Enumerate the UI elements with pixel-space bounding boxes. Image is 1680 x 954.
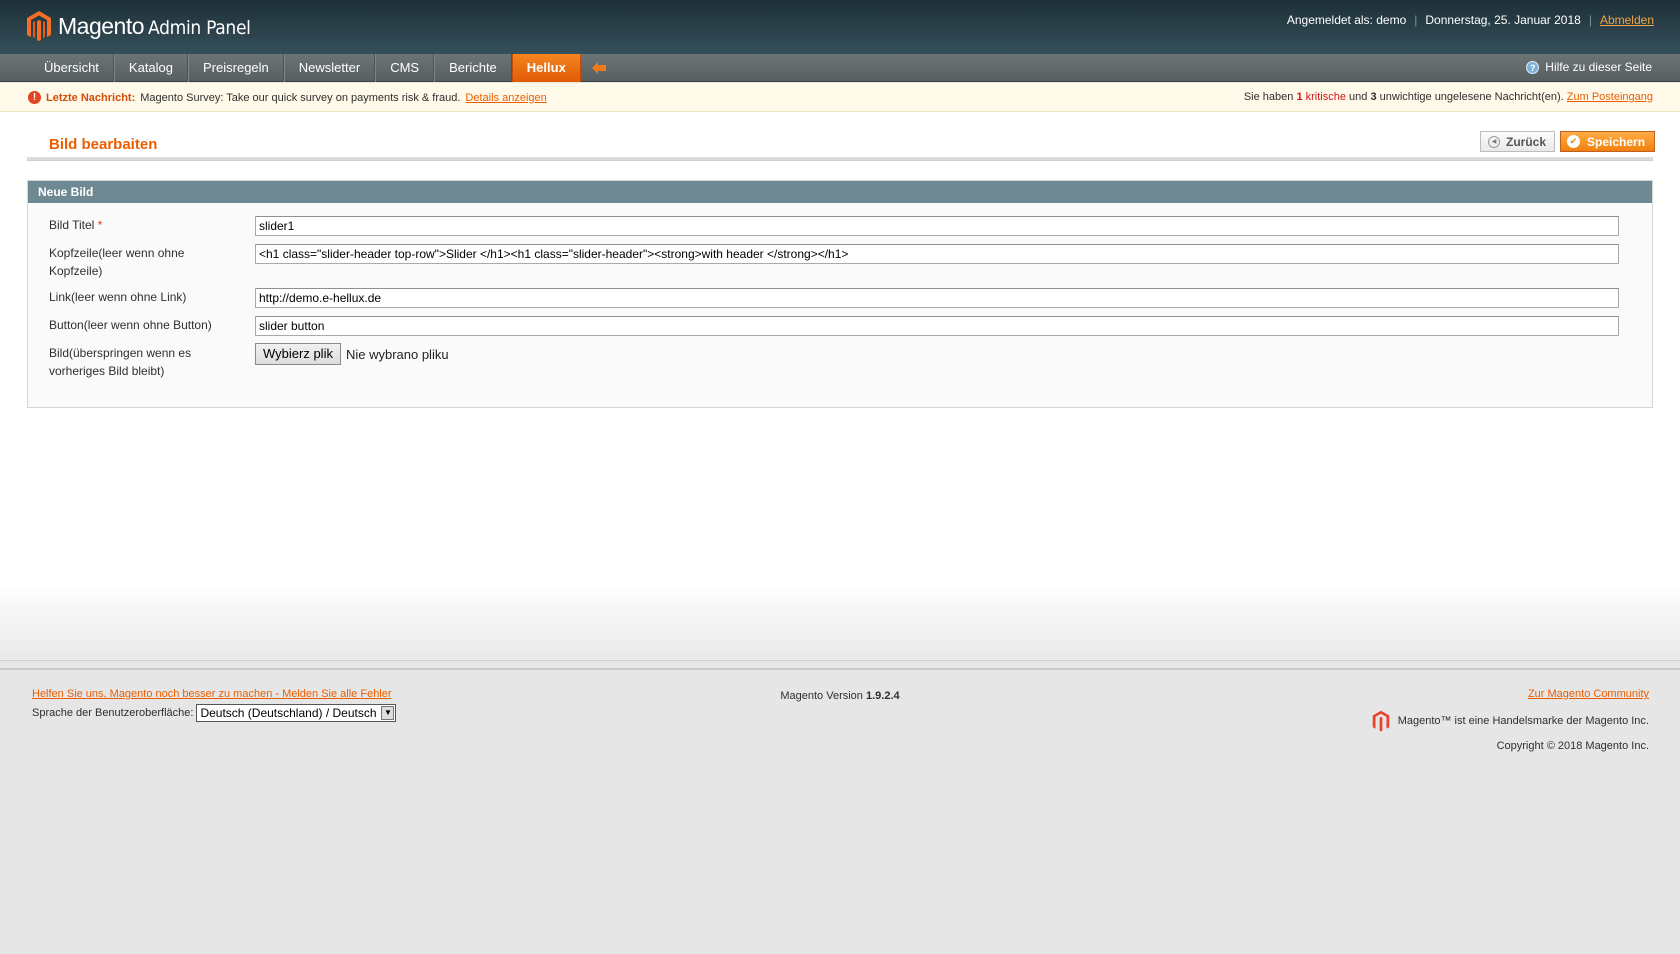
link-input[interactable]: http://demo.e-hellux.de xyxy=(255,288,1619,308)
current-date: Donnerstag, 25. Januar 2018 xyxy=(1425,13,1581,27)
nav-more-arrow-icon[interactable] xyxy=(589,54,609,82)
header-label: Kopfzeile(leer wenn ohne Kopfzeile) xyxy=(49,246,185,278)
header: Magento Admin Panel Angemeldet als: demo … xyxy=(0,0,1680,54)
back-button-label: Zurück xyxy=(1506,134,1547,149)
notification-bar: ! Letzte Nachricht: Magento Survey: Take… xyxy=(0,83,1680,112)
separator: | xyxy=(1588,13,1592,27)
nav-item-catalog[interactable]: Katalog xyxy=(113,54,189,82)
link-label: Link(leer wenn ohne Link) xyxy=(49,290,187,304)
back-button[interactable]: ◀ Zurück xyxy=(1480,131,1556,152)
language-select[interactable]: Deutsch (Deutschland) / Deutsch ▼ xyxy=(196,704,397,722)
header-user-info: Angemeldet als: demo | Donnerstag, 25. J… xyxy=(1287,13,1654,27)
image-file-input[interactable]: Wybierz plik Nie wybrano pliku xyxy=(255,343,449,365)
page-title: Bild bearbaiten xyxy=(49,136,158,153)
latest-message-label: Letzte Nachricht: xyxy=(46,91,136,104)
language-label: Sprache der Benutzeroberfläche: xyxy=(32,707,194,719)
community-link[interactable]: Zur Magento Community xyxy=(1528,688,1649,700)
nav-item-reports[interactable]: Berichte xyxy=(434,54,512,82)
language-selected-value: Deutsch (Deutschland) / Deutsch xyxy=(200,706,377,720)
image-form-fieldset: Neue Bild Bild Titel * slider1 Kopfzeile… xyxy=(27,180,1653,408)
form-row-header: Kopfzeile(leer wenn ohne Kopfzeile) <h1 … xyxy=(49,244,1639,280)
title-input[interactable]: slider1 xyxy=(255,216,1619,236)
help-link[interactable]: ? Hilfe zu dieser Seite xyxy=(1526,54,1652,81)
title-divider xyxy=(27,157,1653,161)
file-status: Nie wybrano pliku xyxy=(345,346,449,362)
footer-divider xyxy=(0,660,1680,670)
version-label: Magento Version xyxy=(780,690,863,702)
main-content: Bild bearbaiten ◀ Zurück ✔ Speichern Neu… xyxy=(0,112,1680,660)
logo-text: Magento Admin Panel xyxy=(58,12,251,39)
nav-item-cms[interactable]: CMS xyxy=(375,54,435,82)
nav-item-newsletter[interactable]: Newsletter xyxy=(283,54,376,82)
form-row-image: Bild(überspringen wenn es vorheriges Bil… xyxy=(49,343,1639,380)
save-button-label: Speichern xyxy=(1587,134,1646,149)
checkmark-icon: ✔ xyxy=(1567,135,1580,148)
help-label: Hilfe zu dieser Seite xyxy=(1545,60,1652,74)
button-input[interactable]: slider button xyxy=(255,316,1619,336)
separator: | xyxy=(1414,13,1418,27)
footer: Helfen Sie uns, Magento noch besser zu m… xyxy=(0,672,1680,954)
nav-item-hellux[interactable]: Hellux xyxy=(511,54,581,82)
magento-logo[interactable]: Magento Admin Panel xyxy=(26,10,251,42)
magento-logo-icon xyxy=(27,11,51,41)
footer-right: Zur Magento Community Magento™ ist eine … xyxy=(1372,688,1649,752)
unread-text: unwichtige ungelesene Nachricht(en). xyxy=(1379,91,1564,103)
help-icon: ? xyxy=(1526,61,1540,74)
version-number: 1.9.2.4 xyxy=(865,690,900,702)
fieldset-title: Neue Bild xyxy=(28,181,1652,203)
trademark-text: Magento™ ist eine Handelsmarke der Magen… xyxy=(1397,715,1649,727)
details-link[interactable]: Details anzeigen xyxy=(465,92,546,104)
nav-item-promotions[interactable]: Preisregeln xyxy=(188,54,284,82)
form-row-title: Bild Titel * slider1 xyxy=(49,216,1639,236)
trademark-line: Magento™ ist eine Handelsmarke der Magen… xyxy=(1372,710,1649,732)
unread-text: Sie haben xyxy=(1243,91,1294,103)
header-input[interactable]: <h1 class="slider-header top-row">Slider… xyxy=(255,244,1619,264)
logout-link[interactable]: Abmelden xyxy=(1600,13,1654,27)
unread-text: und xyxy=(1349,91,1368,103)
latest-message: ! Letzte Nachricht: Magento Survey: Take… xyxy=(28,91,547,104)
language-switcher: Sprache der Benutzeroberfläche: Deutsch … xyxy=(32,704,397,722)
critical-count: 1 xyxy=(1296,91,1303,103)
unread-summary: Sie haben 1 kritische und 3 unwichtige u… xyxy=(1244,91,1653,103)
critical-alert-icon: ! xyxy=(28,91,41,104)
button-label: Button(leer wenn ohne Button) xyxy=(49,318,212,332)
form-row-button: Button(leer wenn ohne Button) slider but… xyxy=(49,316,1639,336)
dropdown-arrow-icon: ▼ xyxy=(381,706,395,720)
magento-small-logo-icon xyxy=(1372,710,1389,732)
form-row-link: Link(leer wenn ohne Link) http://demo.e-… xyxy=(49,288,1639,308)
critical-label: kritische xyxy=(1305,91,1346,103)
logged-in-label: Angemeldet als: demo xyxy=(1286,13,1407,27)
latest-message-text: Magento Survey: Take our quick survey on… xyxy=(140,91,461,104)
choose-file-button[interactable]: Wybierz plik xyxy=(255,343,341,365)
nav-item-overview[interactable]: Übersicht xyxy=(30,54,114,82)
image-label: Bild(überspringen wenn es vorheriges Bil… xyxy=(49,346,192,378)
back-arrow-icon: ◀ xyxy=(1488,135,1500,148)
main-nav: Übersicht Katalog Preisregeln Newsletter… xyxy=(0,54,1680,82)
save-button[interactable]: ✔ Speichern xyxy=(1560,131,1656,152)
copyright: Copyright © 2018 Magento Inc. xyxy=(1496,740,1649,752)
important-count: 3 xyxy=(1370,91,1377,103)
title-label: Bild Titel * xyxy=(49,218,103,232)
inbox-link[interactable]: Zum Posteingang xyxy=(1567,91,1653,103)
